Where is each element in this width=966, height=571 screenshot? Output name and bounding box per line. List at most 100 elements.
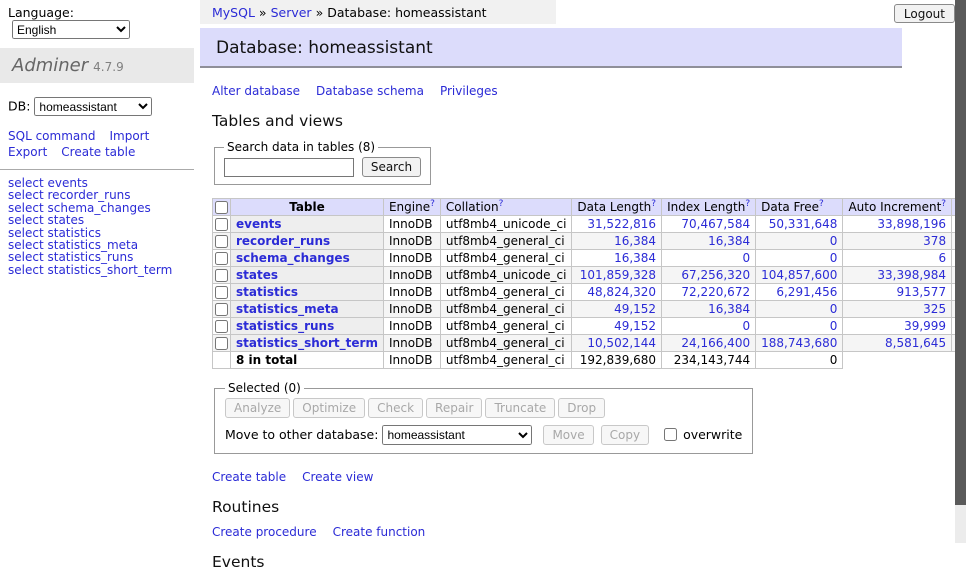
auto-increment-cell-link[interactable]: 6	[938, 251, 946, 265]
optimize-button[interactable]: Optimize	[293, 398, 365, 418]
table-row: statistics_short_termInnoDButf8mb4_gener…	[213, 335, 966, 352]
sidebar-link[interactable]: Export	[8, 145, 47, 159]
index-length-cell-link[interactable]: 70,467,584	[681, 217, 750, 231]
create-link[interactable]: Create table	[212, 470, 286, 484]
create-link[interactable]: Create view	[302, 470, 373, 484]
data-length-cell-link[interactable]: 101,859,328	[580, 268, 656, 282]
table-name-cell: events	[231, 216, 384, 233]
index-length-cell-link[interactable]: 0	[742, 319, 750, 333]
data-length-cell: 49,152	[572, 301, 662, 318]
analyze-button[interactable]: Analyze	[225, 398, 290, 418]
sidebar: Language:English Adminer4.7.9 DB:homeass…	[0, 0, 194, 276]
row-checkbox[interactable]	[215, 235, 228, 248]
column-help-link[interactable]: ?	[430, 199, 435, 209]
index-length-cell-link[interactable]: 24,166,400	[681, 336, 750, 350]
data-free-cell: 6,291,456	[756, 284, 843, 301]
routine-link[interactable]: Create procedure	[212, 525, 317, 539]
index-length-cell-link[interactable]: 67,256,320	[681, 268, 750, 282]
sidebar-link[interactable]: Create table	[61, 145, 135, 159]
check-button[interactable]: Check	[368, 398, 423, 418]
table-name-link[interactable]: statistics_meta	[236, 302, 339, 316]
index-length-cell-link[interactable]: 0	[742, 251, 750, 265]
overwrite-checkbox[interactable]	[664, 428, 677, 441]
table-name-link[interactable]: events	[236, 217, 282, 231]
auto-increment-cell-link[interactable]: 39,999	[904, 319, 946, 333]
copy-button[interactable]: Copy	[601, 425, 649, 445]
column-help-link[interactable]: ?	[941, 199, 946, 209]
auto-increment-cell-link[interactable]: 913,577	[896, 285, 946, 299]
sidebar-links-line: SQL command Import	[8, 128, 194, 144]
data-free-cell-link[interactable]: 0	[830, 234, 838, 248]
auto-increment-cell-link[interactable]: 33,898,196	[877, 217, 946, 231]
move-button[interactable]: Move	[543, 425, 593, 445]
data-length-cell-link[interactable]: 49,152	[614, 319, 656, 333]
table-name-link[interactable]: states	[236, 268, 278, 282]
table-name-link[interactable]: statistics_short_term	[236, 336, 378, 350]
data-length-cell-link[interactable]: 16,384	[614, 251, 656, 265]
auto-increment-cell-link[interactable]: 325	[923, 302, 946, 316]
table-name-link[interactable]: statistics_runs	[236, 319, 334, 333]
repair-button[interactable]: Repair	[426, 398, 482, 418]
row-checkbox[interactable]	[215, 337, 228, 350]
row-checkbox[interactable]	[215, 252, 228, 265]
truncate-button[interactable]: Truncate	[485, 398, 555, 418]
column-header: Data Length?	[572, 199, 662, 216]
db-action-link[interactable]: Alter database	[212, 84, 300, 98]
scrollbar-thumb[interactable]	[955, 0, 966, 505]
index-length-cell-link[interactable]: 72,220,672	[681, 285, 750, 299]
row-checkbox[interactable]	[215, 286, 228, 299]
drop-button[interactable]: Drop	[558, 398, 605, 418]
move-db-select[interactable]: homeassistant	[382, 425, 532, 445]
column-help-link[interactable]: ?	[819, 199, 824, 209]
index-length-cell-link[interactable]: 16,384	[708, 302, 750, 316]
column-help-link[interactable]: ?	[745, 199, 750, 209]
sidebar-link[interactable]: SQL command	[8, 129, 95, 143]
sidebar-link[interactable]: Import	[109, 129, 149, 143]
data-free-cell-link[interactable]: 6,291,456	[776, 285, 837, 299]
table-name-link[interactable]: statistics	[236, 285, 298, 299]
db-select[interactable]: homeassistant	[34, 97, 152, 116]
data-length-cell-link[interactable]: 48,824,320	[587, 285, 656, 299]
app-name-link[interactable]: Adminer	[12, 55, 88, 76]
table-name-link[interactable]: schema_changes	[236, 251, 350, 265]
row-checkbox[interactable]	[215, 269, 228, 282]
select-link[interactable]: select	[8, 263, 44, 277]
language-select[interactable]: English	[12, 20, 130, 39]
row-checkbox[interactable]	[215, 303, 228, 316]
search-input[interactable]	[224, 158, 354, 177]
row-checkbox[interactable]	[215, 320, 228, 333]
index-length-cell-link[interactable]: 16,384	[708, 234, 750, 248]
data-free-cell-link[interactable]: 104,857,600	[761, 268, 837, 282]
breadcrumb-mysql-link[interactable]: MySQL	[212, 5, 255, 20]
data-length-cell-link[interactable]: 49,152	[614, 302, 656, 316]
vertical-scrollbar[interactable]	[955, 0, 966, 543]
data-free-cell-link[interactable]: 188,743,680	[761, 336, 837, 350]
routine-link[interactable]: Create function	[333, 525, 426, 539]
auto-increment-cell-link[interactable]: 33,398,984	[877, 268, 946, 282]
logout-button[interactable]: Logout	[894, 4, 955, 23]
column-help-link[interactable]: ?	[651, 199, 656, 209]
table-name-link[interactable]: recorder_runs	[236, 234, 330, 248]
db-action-link[interactable]: Database schema	[316, 84, 424, 98]
table-row: statistics_runsInnoDButf8mb4_general_ci4…	[213, 318, 966, 335]
data-length-cell-link[interactable]: 10,502,144	[587, 336, 656, 350]
db-action-link[interactable]: Privileges	[440, 84, 498, 98]
breadcrumb-server-link[interactable]: Server	[271, 5, 312, 20]
auto-increment-cell-link[interactable]: 378	[923, 234, 946, 248]
column-help-link[interactable]: ?	[499, 199, 504, 209]
app-version-link[interactable]: 4.7.9	[93, 60, 124, 74]
auto-increment-cell-link[interactable]: 8,581,645	[885, 336, 946, 350]
data-free-cell-link[interactable]: 0	[830, 302, 838, 316]
language-label: Language:	[8, 5, 74, 20]
row-checkbox[interactable]	[215, 218, 228, 231]
collation-cell: utf8mb4_general_ci	[440, 318, 572, 335]
sidebar-table-link[interactable]: statistics_short_term	[47, 263, 172, 277]
data-free-cell-link[interactable]: 50,331,648	[769, 217, 838, 231]
data-free-cell-link[interactable]: 0	[830, 251, 838, 265]
data-length-cell-link[interactable]: 31,522,816	[587, 217, 656, 231]
row-checkbox-cell	[213, 335, 231, 352]
data-length-cell-link[interactable]: 16,384	[614, 234, 656, 248]
data-free-cell-link[interactable]: 0	[830, 319, 838, 333]
select-all-checkbox[interactable]	[215, 201, 228, 214]
search-button[interactable]: Search	[362, 157, 421, 177]
